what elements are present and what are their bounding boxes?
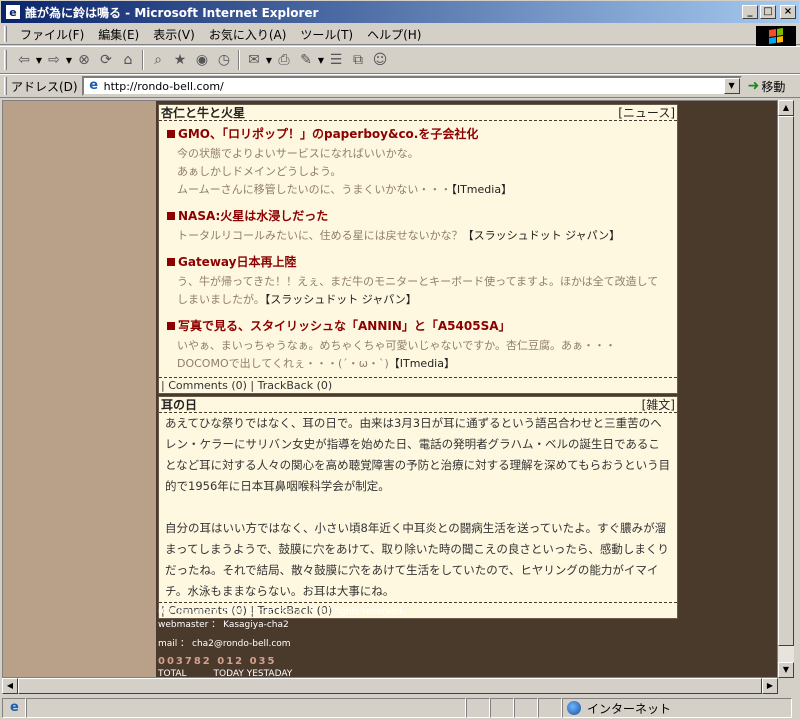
entry-header: 耳の日 [雑文] xyxy=(159,397,677,413)
status-bar: e インターネット xyxy=(0,696,800,720)
counter-labels: TOTAL TODAY YESTADAY xyxy=(158,669,293,678)
window-title: 誰が為に鈴は鳴る - Microsoft Internet Explorer xyxy=(25,5,319,20)
horizontal-scroll-thumb[interactable] xyxy=(18,678,762,694)
entry-paragraph: 自分の耳はいい方ではなく、小さい頃8年近く中耳炎との闘病生活を送っていたよ。すぐ… xyxy=(165,521,669,598)
blog-entry: 杏仁と牛と火星 [ニュース] GMO、「ロリポップ！」のpaperboy&co.… xyxy=(158,104,678,394)
blog-entry: 耳の日 [雑文] あえてひな祭りではなく、耳の日で。由来は3月3日が耳に通ずると… xyxy=(158,396,678,619)
menu-edit[interactable]: 編集(E) xyxy=(91,24,146,45)
entry-category-link[interactable]: [雑文] xyxy=(642,396,675,413)
home-icon[interactable]: ⌂ xyxy=(117,49,139,71)
page-viewport: 杏仁と牛と火星 [ニュース] GMO、「ロリポップ！」のpaperboy&co.… xyxy=(2,100,778,678)
history-icon[interactable]: ◷ xyxy=(213,49,235,71)
news-source-link[interactable]: 【ITmedia】 xyxy=(451,183,512,196)
go-arrow-icon: ➜ xyxy=(747,78,760,94)
menu-bar: ファイル(F) 編集(E) 表示(V) お気に入り(A) ツール(T) ヘルプ(… xyxy=(0,24,800,46)
page-done-icon: e xyxy=(10,700,19,715)
news-source-link[interactable]: 【スラッシュドット ジャパン】 xyxy=(463,229,621,242)
menu-view[interactable]: 表示(V) xyxy=(146,24,202,45)
edit-icon[interactable]: ✎ xyxy=(295,49,317,71)
discuss-icon[interactable]: ☰ xyxy=(325,49,347,71)
windows-throbber xyxy=(756,26,796,46)
status-page-icon: e xyxy=(2,698,26,718)
menu-file[interactable]: ファイル(F) xyxy=(13,24,91,45)
bullet-icon xyxy=(167,130,175,138)
messenger-icon[interactable]: ☺ xyxy=(369,49,391,71)
favorites-icon[interactable]: ★ xyxy=(169,49,191,71)
refresh-icon[interactable]: ⟳ xyxy=(95,49,117,71)
entry-footer-links[interactable]: | Comments (0) | TrackBack (0) xyxy=(159,377,677,393)
news-comment: いやぁ、まいっちゃうなぁ。めちゃくちゃ可愛いじゃないですか。杏仁豆腐。あぁ・・・… xyxy=(177,339,617,370)
internet-zone-icon xyxy=(567,701,581,715)
vertical-scroll-thumb[interactable] xyxy=(778,116,794,646)
stop-icon[interactable]: ⊗ xyxy=(73,49,95,71)
maximize-button[interactable]: □ xyxy=(760,5,776,19)
menu-favorites[interactable]: お気に入り(A) xyxy=(202,24,294,45)
media-icon[interactable]: ◉ xyxy=(191,49,213,71)
horizontal-scrollbar[interactable]: ◀ ▶ xyxy=(2,678,778,694)
left-margin xyxy=(3,101,156,677)
page-icon: e xyxy=(89,78,99,93)
standard-toolbar: ⇦ ▼ ⇨ ▼ ⊗ ⟳ ⌂ ⌕ ★ ◉ ◷ ✉ ▼ ⎙ ✎ ▼ ☰ ⧉ ☺ xyxy=(0,46,800,74)
bullet-icon xyxy=(167,212,175,220)
back-dropdown-icon[interactable]: ▼ xyxy=(35,56,43,65)
go-button[interactable]: ➜ 移動 xyxy=(748,78,786,95)
close-button[interactable]: × xyxy=(780,5,796,19)
go-label: 移動 xyxy=(761,79,786,94)
webmaster-text: webmaster ： Kasagiya-cha2 xyxy=(158,620,289,630)
back-icon[interactable]: ⇦ xyxy=(13,49,35,71)
address-dropdown-icon[interactable]: ▼ xyxy=(723,78,740,94)
news-headline-link[interactable]: 写真で見る、スタイリッシュな「ANNIN」と「A5405SA」 xyxy=(159,313,677,333)
copyright-text: (C) Copyright 2004 Rondo-Bell.com All ri… xyxy=(158,607,405,617)
zone-label: インターネット xyxy=(587,701,672,716)
entry-paragraph: あえてひな祭りではなく、耳の日で。由来は3月3日が耳に通ずるという語呂合わせと三… xyxy=(165,416,671,493)
toolbar-grip[interactable] xyxy=(4,50,7,70)
news-headline-link[interactable]: GMO、「ロリポップ！」のpaperboy&co.を子会社化 xyxy=(159,121,677,141)
news-comment: 今の状態でよりよいサービスになればいいかな。 あぁしかしドメインどうしよう。 ム… xyxy=(177,147,513,196)
vertical-scrollbar[interactable]: ▲ ▼ xyxy=(778,100,794,678)
search-icon[interactable]: ⌕ xyxy=(147,49,169,71)
address-input[interactable] xyxy=(103,79,724,93)
status-text xyxy=(26,698,466,718)
news-comment: トータルリコールみたいに、住める星には戻せないかな？【スラッシュドット ジャパン… xyxy=(177,229,621,242)
bullet-icon xyxy=(167,258,175,266)
security-zone[interactable]: インターネット xyxy=(562,698,792,718)
menu-grip[interactable] xyxy=(4,26,7,42)
windows-logo-icon xyxy=(769,28,783,44)
ie-app-icon[interactable]: e xyxy=(5,4,21,20)
mail-dropdown-icon[interactable]: ▼ xyxy=(265,56,273,65)
entry-title: 耳の日 xyxy=(161,398,198,412)
entry-body: あえてひな祭りではなく、耳の日で。由来は3月3日が耳に通ずるという語呂合わせと三… xyxy=(159,413,677,602)
news-headline-link[interactable]: Gateway日本再上陸 xyxy=(159,249,677,269)
scroll-down-icon[interactable]: ▼ xyxy=(778,662,794,678)
news-source-link[interactable]: 【スラッシュドット ジャパン】 xyxy=(265,293,417,306)
blog-content: 杏仁と牛と火星 [ニュース] GMO、「ロリポップ！」のpaperboy&co.… xyxy=(158,104,678,619)
mail-icon[interactable]: ✉ xyxy=(243,49,265,71)
entry-title: 杏仁と牛と火星 xyxy=(161,106,246,120)
minimize-button[interactable]: _ xyxy=(742,5,758,19)
forward-icon[interactable]: ⇨ xyxy=(43,49,65,71)
title-bar: e 誰が為に鈴は鳴る - Microsoft Internet Explorer… xyxy=(0,0,800,24)
mail-link[interactable]: mail ： cha2@rondo-bell.com xyxy=(158,638,558,651)
scroll-right-icon[interactable]: ▶ xyxy=(762,678,778,694)
scroll-up-icon[interactable]: ▲ xyxy=(778,100,794,116)
scroll-left-icon[interactable]: ◀ xyxy=(2,678,18,694)
news-headline-link[interactable]: NASA:火星は水浸しだった xyxy=(159,203,677,223)
bullet-icon xyxy=(167,322,175,330)
address-box: e ▼ xyxy=(81,76,742,96)
entry-category-link[interactable]: [ニュース] xyxy=(618,104,675,121)
address-bar: アドレス(D) e ▼ ➜ 移動 xyxy=(0,74,800,98)
entry-header: 杏仁と牛と火星 [ニュース] xyxy=(159,105,677,121)
forward-dropdown-icon[interactable]: ▼ xyxy=(65,56,73,65)
print-icon[interactable]: ⎙ xyxy=(273,49,295,71)
news-source-link[interactable]: 【ITmedia】 xyxy=(389,357,455,370)
address-label: アドレス(D) xyxy=(11,79,78,94)
menu-tools[interactable]: ツール(T) xyxy=(293,24,360,45)
access-counter: 003782 012 035 xyxy=(158,656,277,667)
site-footer: (C) Copyright 2004 Rondo-Bell.com All ri… xyxy=(158,606,558,678)
edit-dropdown-icon[interactable]: ▼ xyxy=(317,56,325,65)
research-icon[interactable]: ⧉ xyxy=(347,49,369,71)
news-comment: う、牛が帰ってきた！！えぇ、まだ牛のモニターとキーボード使ってますよ。ほかは全て… xyxy=(177,275,659,306)
menu-help[interactable]: ヘルプ(H) xyxy=(360,24,428,45)
address-grip[interactable] xyxy=(4,77,7,95)
